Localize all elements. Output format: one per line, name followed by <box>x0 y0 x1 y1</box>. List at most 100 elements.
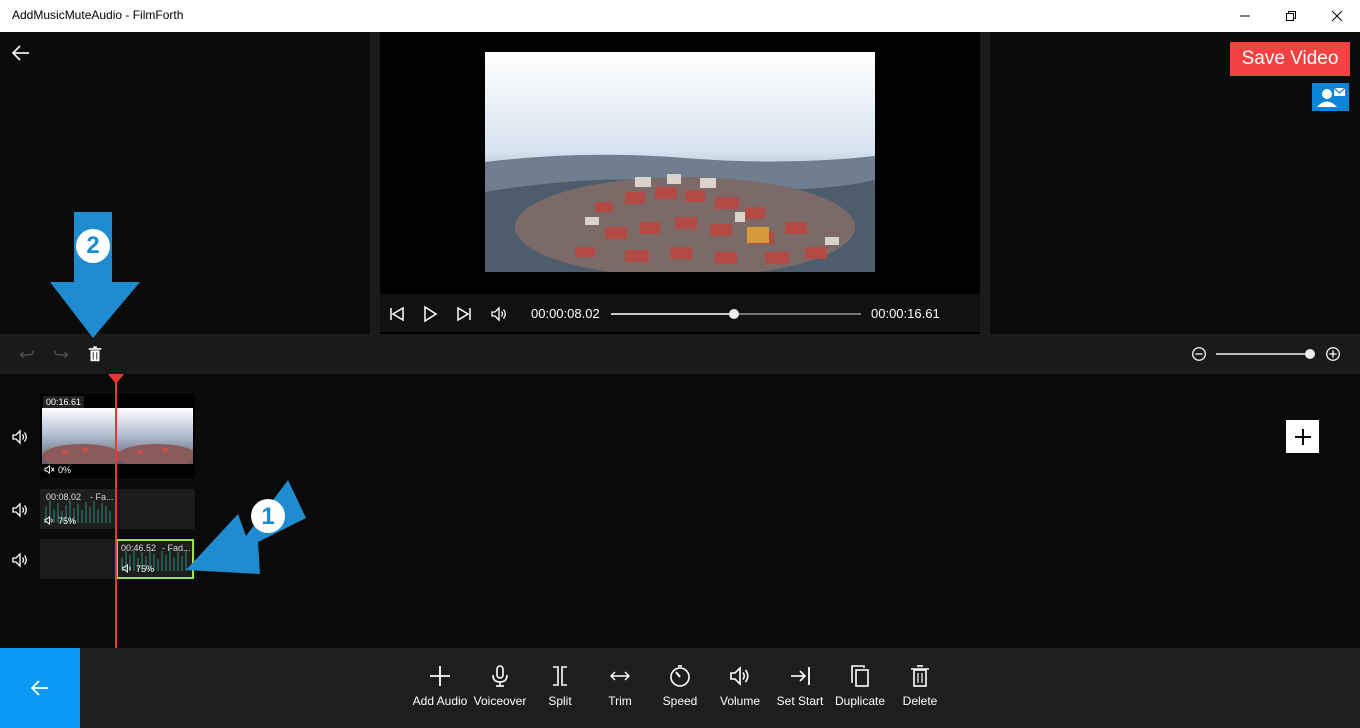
title-bar: AddMusicMuteAudio - FilmForth <box>0 0 1360 32</box>
close-icon <box>1331 10 1343 22</box>
seek-bar-handle[interactable] <box>728 309 739 319</box>
arrow-left-icon <box>30 680 48 696</box>
volume-icon <box>12 552 27 568</box>
plus-icon <box>1294 428 1311 445</box>
contact-button[interactable] <box>1312 83 1349 111</box>
audio-clip-1-title: - Fa... <box>90 492 114 502</box>
volume-icon <box>491 306 506 322</box>
video-clip[interactable]: 00:16.61 0% <box>40 394 195 478</box>
add-track-button[interactable] <box>1286 420 1319 453</box>
audio-clip-2-volume: 75% <box>122 563 154 574</box>
current-time: 00:00:08.02 <box>531 306 600 321</box>
trim-label: Trim <box>608 694 632 708</box>
zoom-out-icon <box>1192 347 1206 361</box>
minimize-icon <box>1240 15 1250 17</box>
speaker-icon <box>122 563 131 574</box>
audio-clip-1-duration: 00:08.02 <box>46 492 82 502</box>
maximize-button[interactable] <box>1268 0 1314 32</box>
undo-button[interactable] <box>17 344 37 364</box>
redo-icon <box>54 350 69 359</box>
back-button[interactable] <box>10 42 32 64</box>
timeline-toolbar <box>0 334 1360 374</box>
restore-icon <box>1286 11 1296 21</box>
panel-divider-left <box>370 32 380 334</box>
voiceover-label: Voiceover <box>473 694 527 708</box>
volume-icon <box>12 502 27 518</box>
annotation-step-2-label: 2 <box>86 232 100 259</box>
panel-divider-right <box>980 32 990 334</box>
delete-button[interactable]: Delete <box>890 662 950 722</box>
video-clip-thumbnail <box>42 408 193 464</box>
speed-button[interactable]: Speed <box>650 662 710 722</box>
duplicate-button[interactable]: Duplicate <box>830 662 890 722</box>
video-clip-volume: 0% <box>44 464 71 475</box>
zoom-slider[interactable] <box>1216 353 1312 355</box>
video-player: 00:00:08.02 00:00:16.61 <box>380 32 980 334</box>
window-title: AddMusicMuteAudio - FilmForth <box>12 8 184 22</box>
duplicate-icon <box>851 665 869 687</box>
annotation-step-1-label: 1 <box>261 503 275 530</box>
zoom-slider-handle[interactable] <box>1305 349 1315 359</box>
audio-clip-1[interactable]: 00:08.02 - Fa... 75% <box>40 489 115 529</box>
video-preview <box>485 52 875 272</box>
volume-button[interactable]: Volume <box>710 662 770 722</box>
minimize-button[interactable] <box>1222 0 1268 32</box>
video-clip-volume-value: 0% <box>58 464 72 475</box>
duplicate-label: Duplicate <box>834 694 886 708</box>
play-icon <box>424 305 438 323</box>
trim-button[interactable]: Trim <box>590 662 650 722</box>
split-label: Split <box>548 694 572 708</box>
speaker-icon <box>44 515 53 526</box>
seek-bar[interactable] <box>611 309 861 319</box>
playhead-handle[interactable] <box>108 374 124 384</box>
undo-icon <box>19 350 34 359</box>
close-button[interactable] <box>1314 0 1360 32</box>
bottom-back-button[interactable] <box>0 648 80 728</box>
skip-start-button[interactable] <box>387 304 407 324</box>
player-controls: 00:00:08.02 00:00:16.61 <box>380 294 980 332</box>
arrow-left-icon <box>11 45 29 61</box>
total-time: 00:00:16.61 <box>871 306 940 321</box>
delete-label: Delete <box>902 694 938 708</box>
voiceover-button[interactable]: Voiceover <box>470 662 530 722</box>
video-track-volume-button[interactable] <box>10 427 30 447</box>
muted-speaker-icon <box>44 464 55 475</box>
speed-icon <box>670 665 690 687</box>
save-video-button[interactable]: Save Video <box>1230 42 1350 76</box>
volume-icon <box>730 666 749 686</box>
trash-icon <box>911 665 929 687</box>
annotation-arrow-1 <box>186 480 306 574</box>
zoom-in-button[interactable] <box>1323 344 1343 364</box>
skip-end-button[interactable] <box>454 304 474 324</box>
speed-label: Speed <box>662 694 698 708</box>
contact-mail-icon <box>1317 87 1346 107</box>
bottom-toolbar: Add Audio Voiceover Split Trim Speed Vol… <box>0 648 1360 728</box>
annotation-arrow-2 <box>50 212 140 338</box>
microphone-icon <box>492 665 508 687</box>
trim-icon <box>610 671 630 681</box>
set-start-icon <box>791 667 810 685</box>
plus-icon <box>430 666 450 686</box>
set-start-label: Set Start <box>776 694 824 708</box>
add-audio-label: Add Audio <box>412 694 468 708</box>
playhead[interactable] <box>115 374 117 648</box>
audio-clip-2-volume-value: 75% <box>136 563 155 574</box>
zoom-in-icon <box>1326 347 1340 361</box>
add-audio-button[interactable]: Add Audio <box>410 662 470 722</box>
right-panel <box>990 32 1360 334</box>
skip-previous-icon <box>390 306 404 322</box>
audio-track-1-volume-button[interactable] <box>10 500 30 520</box>
player-volume-button[interactable] <box>489 304 509 324</box>
split-button[interactable]: Split <box>530 662 590 722</box>
play-button[interactable] <box>420 304 440 324</box>
zoom-out-button[interactable] <box>1189 344 1209 364</box>
seek-bar-progress <box>611 313 734 315</box>
audio-clip-1-volume: 75% <box>44 515 76 526</box>
redo-button[interactable] <box>51 344 71 364</box>
split-icon <box>553 666 567 686</box>
video-clip-duration: 00:16.61 <box>43 396 85 408</box>
set-start-button[interactable]: Set Start <box>770 662 830 722</box>
trash-icon <box>88 346 102 362</box>
audio-track-2-volume-button[interactable] <box>10 550 30 570</box>
delete-clip-button[interactable] <box>85 344 105 364</box>
